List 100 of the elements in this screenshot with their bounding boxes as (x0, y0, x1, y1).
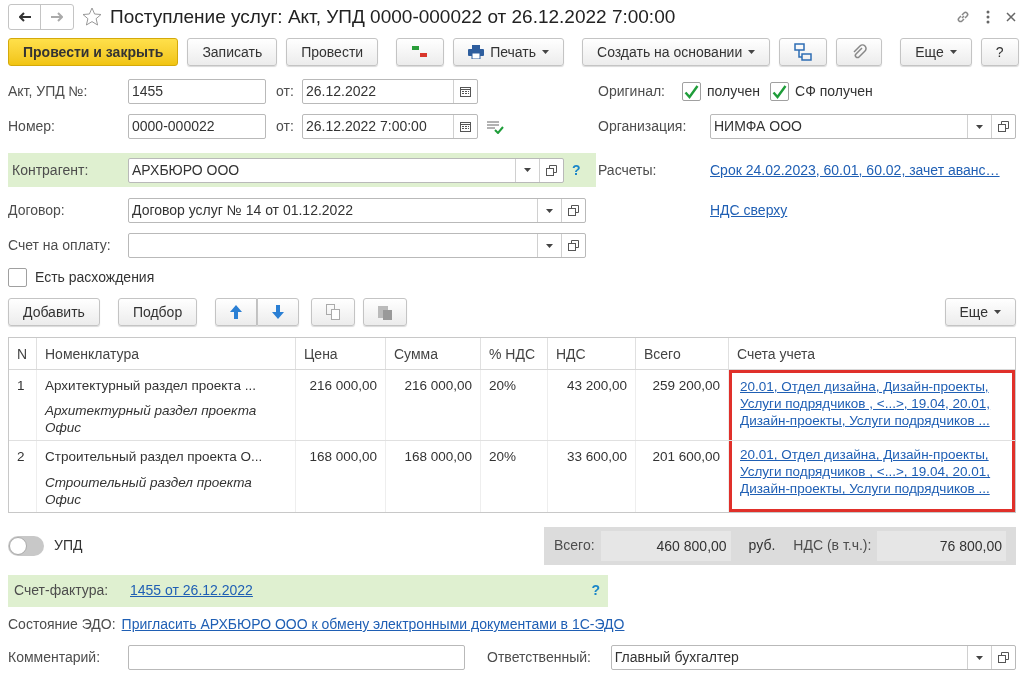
checkbox-label: получен (707, 82, 761, 101)
caret-icon (748, 50, 756, 54)
table-cell: 168 000,00 (386, 441, 481, 512)
vat-total-value: 76 800,00 (877, 530, 1006, 561)
printer-icon (468, 45, 485, 59)
field-label: Комментарий: (8, 648, 102, 667)
up-arrow-icon (230, 305, 243, 319)
table-cell-text: Архитектурный раздел проекта ... (45, 377, 257, 395)
edo-invite-link[interactable]: Пригласить АРХБЮРО ООО к обмену электронными документами в 1С-ЭДО (121, 614, 625, 635)
field-label: Ответственный: (487, 648, 592, 667)
copy-button[interactable] (311, 298, 356, 326)
open-icon (568, 205, 579, 216)
toolbar-button[interactable]: ? (980, 38, 1019, 66)
field-label: Всего: (554, 536, 595, 555)
currency-label: руб. (748, 536, 776, 555)
attach-button[interactable] (836, 38, 883, 66)
document-check-icon[interactable] (486, 119, 504, 134)
toolbar-button[interactable]: Записать (187, 38, 278, 66)
menu-button[interactable]: Еще (900, 38, 972, 66)
open-icon (546, 164, 557, 176)
invoice-link[interactable]: 1455 от 26.12.2022 (130, 580, 253, 601)
caret-icon (949, 50, 957, 54)
upd-toggle[interactable] (8, 535, 44, 556)
responsible-field[interactable]: Главный бухгалтер (610, 645, 1016, 670)
link-icon[interactable] (956, 10, 970, 24)
calendar-icon (460, 121, 471, 132)
field-label: Договор: (8, 201, 66, 220)
add-button[interactable]: Добавить (8, 298, 100, 326)
paste-button[interactable] (363, 298, 408, 326)
checkbox[interactable] (770, 82, 790, 101)
field-label: от: (276, 117, 295, 136)
column-header[interactable]: % НДС (481, 338, 548, 369)
print-button[interactable]: Печать (453, 38, 564, 66)
menu-button[interactable]: Создать на основании (582, 38, 771, 66)
field-label: Контрагент: (12, 160, 90, 180)
back-arrow-icon (18, 12, 31, 22)
check-icon (772, 84, 788, 99)
column-header[interactable]: Счета учета (729, 338, 1015, 369)
date-field[interactable]: 26.12.2022 (302, 79, 478, 104)
structure-button[interactable] (779, 38, 828, 66)
comment-field[interactable] (127, 645, 466, 670)
toolbar-button[interactable]: Провести (286, 38, 379, 66)
toggle-label: УПД (54, 536, 83, 555)
act-number-field[interactable]: 1455 (128, 79, 266, 104)
table-cell: 216 000,00 (386, 370, 481, 441)
table-cell: 33 600,00 (548, 441, 636, 512)
accounts-link[interactable]: 20.01, Отдел дизайна, Дизайн-проекты, Услуги подрядчиков , <...>, 19.04, 20.01, Дизайн-проекты, Услуги подрядчиков ... (740, 446, 1008, 498)
checkbox-label: Есть расхождения (35, 267, 155, 287)
column-header[interactable]: Цена (296, 338, 386, 369)
caret-icon (994, 310, 1001, 314)
column-header[interactable]: Всего (636, 338, 729, 369)
caret-icon (524, 168, 531, 172)
column-header[interactable]: Сумма (386, 338, 481, 369)
contract-field[interactable]: Договор услуг № 14 от 01.12.2022 (128, 198, 586, 223)
field-label: Состояние ЭДО: (8, 615, 116, 634)
move-up-button[interactable] (215, 298, 258, 326)
field-label: Оригинал: (598, 82, 666, 101)
down-arrow-icon (272, 305, 285, 319)
item-description: Строительный раздел проекта Офис (45, 473, 253, 508)
checkbox[interactable] (682, 82, 701, 101)
checkbox-label: СФ получен (795, 82, 873, 101)
column-header[interactable]: N (9, 338, 37, 369)
field-label: Акт, УПД №: (8, 82, 89, 101)
checkbox[interactable] (8, 267, 27, 287)
window-title: Поступление услуг: Акт, УПД 0000-000022 от 26.12.2022 7:00:00 (110, 4, 676, 29)
caret-icon (546, 208, 553, 213)
more-icon[interactable] (986, 10, 990, 24)
dt-kt-button[interactable] (396, 38, 445, 66)
caret-icon (976, 124, 983, 129)
open-icon (998, 121, 1009, 132)
field-label: Счет-фактура: (14, 581, 110, 600)
move-down-button[interactable] (257, 298, 300, 326)
pick-button[interactable]: Подбор (117, 298, 198, 326)
column-header[interactable]: Номенклатура (37, 338, 296, 369)
counterparty-field[interactable]: АРХБЮРО ООО (128, 157, 564, 183)
settlements-link[interactable]: Срок 24.02.2023, 60.01, 60.02, зачет аванс… (710, 159, 1000, 181)
column-header[interactable]: НДС (548, 338, 636, 369)
more-button[interactable]: Еще (944, 298, 1016, 326)
invoice-field[interactable] (128, 233, 586, 258)
table-cell: 168 000,00 (296, 441, 386, 512)
number-field[interactable]: 0000-000022 (128, 114, 266, 139)
date-field[interactable]: 26.12.2022 7:00:00 (302, 114, 478, 139)
field-label: от: (276, 82, 295, 101)
copy-icon (326, 304, 341, 320)
field-label: Организация: (598, 117, 688, 136)
star-icon[interactable] (82, 7, 102, 27)
caret-icon (542, 50, 549, 54)
organization-field[interactable]: НИМФА ООО (710, 114, 1016, 139)
post-and-close-button[interactable]: Провести и закрыть (8, 38, 179, 66)
open-icon (568, 240, 579, 251)
table-cell: 20% (481, 370, 548, 441)
vat-link[interactable]: НДС сверху (710, 200, 788, 221)
accounts-link[interactable]: 20.01, Отдел дизайна, Дизайн-проекты, Услуги подрядчиков , <...>, 19.04, 20.01, Дизайн-проекты, Услуги подрядчиков ... (740, 378, 1008, 429)
table-cell: 259 200,00 (636, 370, 729, 441)
close-icon[interactable] (1006, 12, 1016, 22)
field-label: Счет на оплату: (8, 236, 112, 255)
caret-icon (546, 243, 553, 248)
clipboard-icon (378, 304, 393, 320)
calendar-icon (460, 86, 471, 97)
table-cell: 43 200,00 (548, 370, 636, 441)
